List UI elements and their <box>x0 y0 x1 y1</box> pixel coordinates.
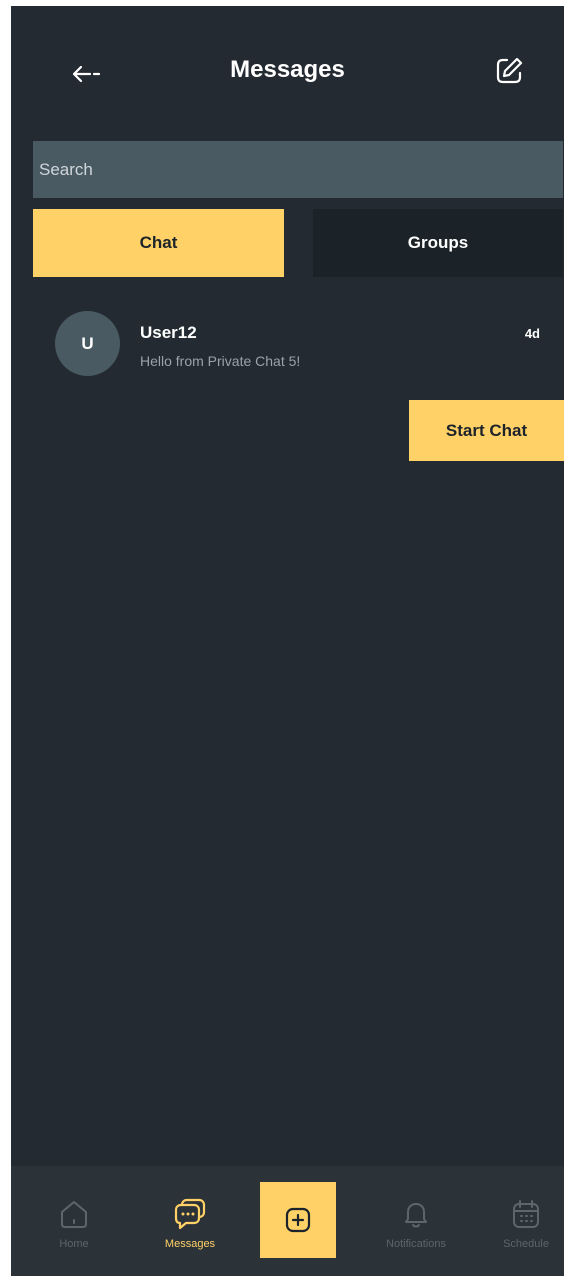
page-title: Messages <box>230 56 345 83</box>
nav-home[interactable]: Home <box>39 1166 109 1276</box>
nav-messages[interactable]: Messages <box>145 1166 235 1276</box>
plus-square-icon <box>285 1207 311 1233</box>
nav-schedule-label: Schedule <box>503 1238 549 1250</box>
compose-icon <box>496 57 523 84</box>
avatar-letter: U <box>81 333 94 353</box>
chat-timestamp: 4d <box>524 326 540 341</box>
avatar: U <box>55 311 120 376</box>
nav-notifications-label: Notifications <box>386 1238 446 1250</box>
start-chat-button[interactable]: Start Chat <box>409 400 564 461</box>
add-button[interactable] <box>260 1182 336 1258</box>
nav-home-label: Home <box>59 1238 89 1250</box>
calendar-icon <box>513 1200 539 1228</box>
tab-groups-label: Groups <box>407 233 469 252</box>
compose-button[interactable] <box>489 51 529 91</box>
start-chat-label: Start Chat <box>445 420 528 440</box>
search-input[interactable] <box>33 141 563 198</box>
chat-preview: Hello from Private Chat 5! <box>140 353 301 369</box>
nav-schedule[interactable]: Schedule <box>495 1166 557 1276</box>
tab-chat[interactable]: Chat <box>33 209 284 277</box>
home-icon <box>61 1201 87 1228</box>
tab-groups[interactable]: Groups <box>313 209 563 277</box>
header: Messages <box>11 6 564 136</box>
nav-messages-label: Messages <box>164 1238 216 1250</box>
messages-icon <box>174 1198 206 1230</box>
bell-icon <box>405 1203 427 1228</box>
messages-screen: Messages Chat Groups U User12 Hello from… <box>11 6 564 1276</box>
chat-user-name: User12 <box>140 323 197 342</box>
chat-list-item[interactable]: U User12 Hello from Private Chat 5! 4d <box>11 296 564 386</box>
nav-notifications[interactable]: Notifications <box>371 1166 461 1276</box>
tab-chat-label: Chat <box>139 233 178 252</box>
